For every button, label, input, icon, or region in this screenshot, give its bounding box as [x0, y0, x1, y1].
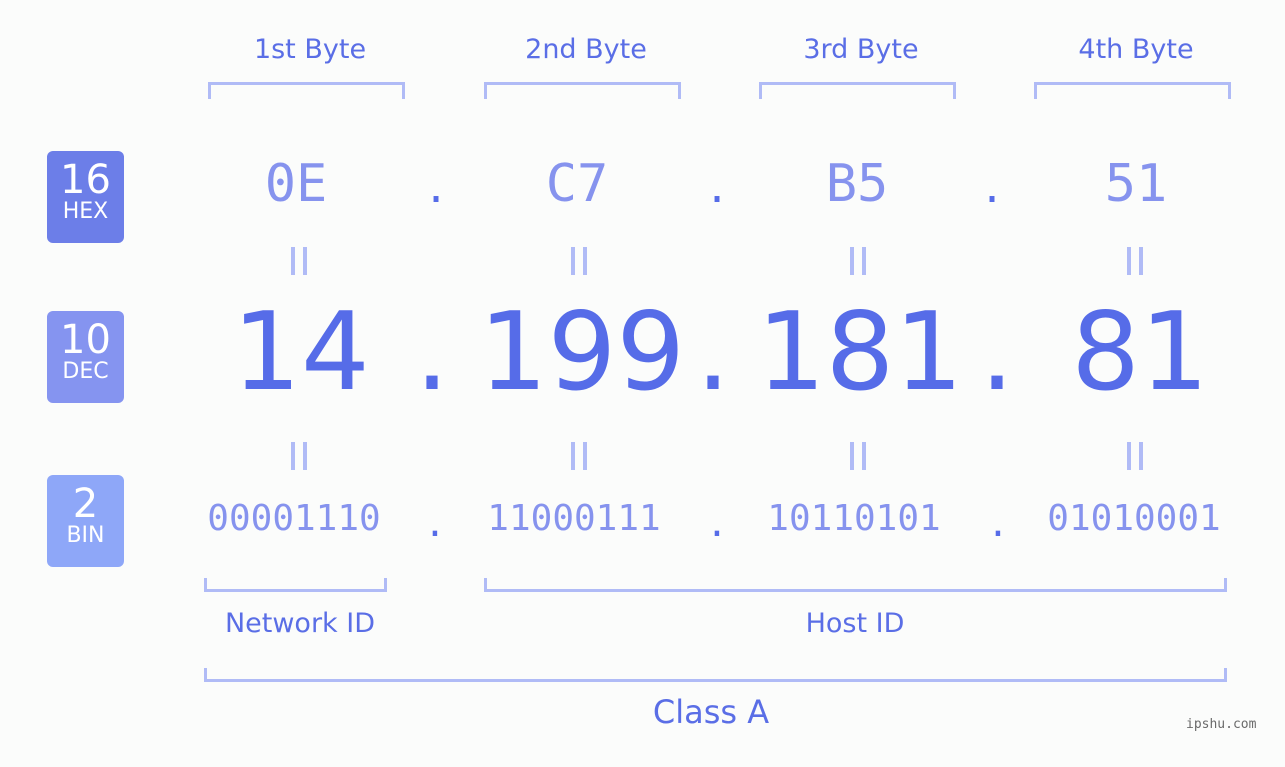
bin-value-4: 01010001 — [1047, 498, 1221, 539]
hex-value-4: 51 — [1104, 154, 1168, 214]
hex-value-2: C7 — [545, 154, 609, 214]
network-id-label: Network ID — [224, 608, 376, 639]
equals-icon — [571, 247, 587, 275]
hex-value-3: B5 — [825, 154, 889, 214]
equals-icon — [571, 442, 587, 470]
byte-bracket-3 — [759, 82, 956, 99]
dec-dot-2: . — [695, 290, 731, 415]
dec-value-3: 181 — [756, 290, 964, 415]
equals-icon — [1127, 442, 1143, 470]
byte-bracket-4 — [1034, 82, 1231, 99]
host-id-label: Host ID — [805, 608, 905, 639]
hex-value-1: 0E — [264, 154, 328, 214]
hex-dot-2: . — [704, 166, 730, 212]
bin-dot-1: . — [424, 504, 446, 545]
byte-label-2: 2nd Byte — [525, 34, 647, 65]
equals-icon — [850, 247, 866, 275]
equals-icon — [291, 442, 307, 470]
bin-value-2: 11000111 — [487, 498, 661, 539]
bin-base: 2 — [72, 481, 99, 527]
class-label: Class A — [652, 693, 770, 731]
hex-base: 16 — [60, 157, 111, 203]
bin-badge: 2 BIN — [47, 475, 124, 567]
byte-label-4: 4th Byte — [1078, 34, 1194, 65]
hex-dot-3: . — [979, 166, 1005, 212]
byte-label-1: 1st Byte — [253, 34, 367, 65]
network-id-bracket — [204, 578, 387, 592]
hex-badge: 16 HEX — [47, 151, 124, 243]
dec-base: 10 — [60, 317, 111, 363]
hex-label: HEX — [62, 199, 109, 224]
dec-badge: 10 DEC — [47, 311, 124, 403]
dec-dot-1: . — [414, 290, 450, 415]
byte-bracket-2 — [484, 82, 681, 99]
dec-value-2: 199 — [478, 290, 686, 415]
bin-dot-2: . — [706, 504, 728, 545]
equals-icon — [1127, 247, 1143, 275]
hex-dot-1: . — [423, 166, 449, 212]
dec-value-1: 14 — [232, 290, 370, 415]
byte-label-3: 3rd Byte — [803, 34, 919, 65]
byte-bracket-1 — [208, 82, 405, 99]
watermark: ipshu.com — [1186, 717, 1257, 732]
bin-dot-3: . — [987, 504, 1009, 545]
bin-value-3: 10110101 — [767, 498, 941, 539]
class-bracket — [204, 668, 1227, 682]
host-id-bracket — [484, 578, 1227, 592]
dec-value-4: 81 — [1071, 290, 1209, 415]
equals-icon — [850, 442, 866, 470]
equals-icon — [291, 247, 307, 275]
dec-dot-3: . — [979, 290, 1015, 415]
bin-label: BIN — [66, 523, 105, 548]
bin-value-1: 00001110 — [207, 498, 381, 539]
dec-label: DEC — [62, 359, 109, 384]
